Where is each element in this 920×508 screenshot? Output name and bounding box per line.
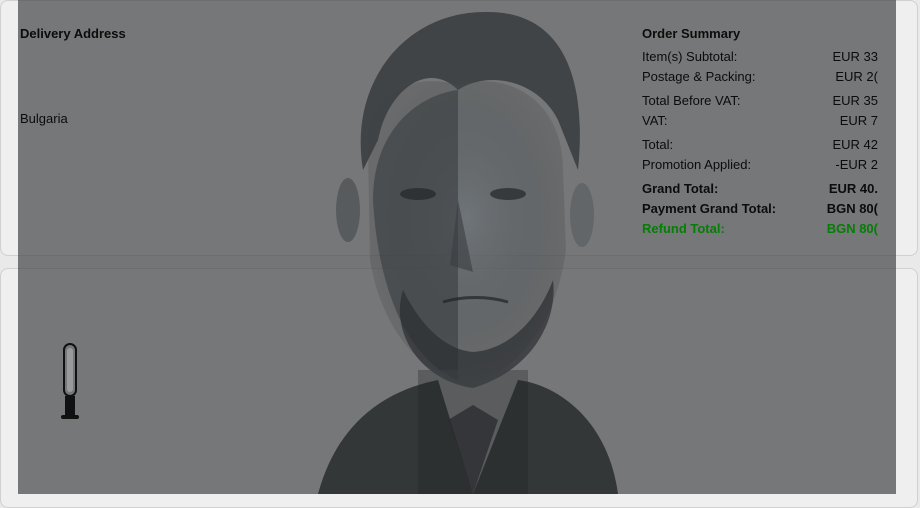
summary-label: Total:	[642, 137, 674, 152]
summary-row-refund-total: Refund Total: BGN 80(	[642, 219, 878, 239]
summary-value: BGN 80(	[826, 201, 878, 216]
delivery-address-heading: Delivery Address	[20, 26, 126, 41]
summary-value: EUR 33	[832, 49, 878, 64]
summary-row-total: Total: EUR 42	[642, 135, 878, 155]
summary-row-subtotal: Item(s) Subtotal: EUR 33	[642, 47, 878, 67]
summary-row-vat: VAT: EUR 7	[642, 111, 878, 131]
summary-value: BGN 80(	[826, 221, 878, 236]
order-summary-heading: Order Summary	[642, 26, 741, 41]
summary-row-total-before-vat: Total Before VAT: EUR 35	[642, 91, 878, 111]
summary-value: -EUR 2	[835, 157, 878, 172]
summary-label: Item(s) Subtotal:	[642, 49, 738, 64]
summary-row-payment-grand-total: Payment Grand Total: BGN 80(	[642, 199, 878, 219]
summary-label: VAT:	[642, 113, 668, 128]
summary-label: Payment Grand Total:	[642, 201, 777, 216]
summary-value: EUR 2(	[835, 69, 878, 84]
order-summary: Order Summary Item(s) Subtotal: EUR 33 P…	[642, 26, 878, 239]
summary-label: Refund Total:	[642, 221, 725, 236]
summary-label: Promotion Applied:	[642, 157, 752, 172]
summary-label: Grand Total:	[642, 181, 719, 196]
summary-row-grand-total: Grand Total: EUR 40.	[642, 179, 878, 199]
delivery-country: Bulgaria	[20, 111, 68, 126]
summary-label: Postage & Packing:	[642, 69, 756, 84]
summary-row-promotion: Promotion Applied: -EUR 2	[642, 155, 878, 175]
content-layer: Delivery Address Bulgaria Order Summary …	[0, 0, 920, 494]
tower-fan-icon[interactable]	[58, 342, 82, 427]
summary-value: EUR 7	[839, 113, 878, 128]
summary-row-postage: Postage & Packing: EUR 2(	[642, 67, 878, 87]
summary-value: EUR 42	[832, 137, 878, 152]
summary-value: EUR 35	[832, 93, 878, 108]
summary-value: EUR 40.	[828, 181, 878, 196]
summary-label: Total Before VAT:	[642, 93, 741, 108]
